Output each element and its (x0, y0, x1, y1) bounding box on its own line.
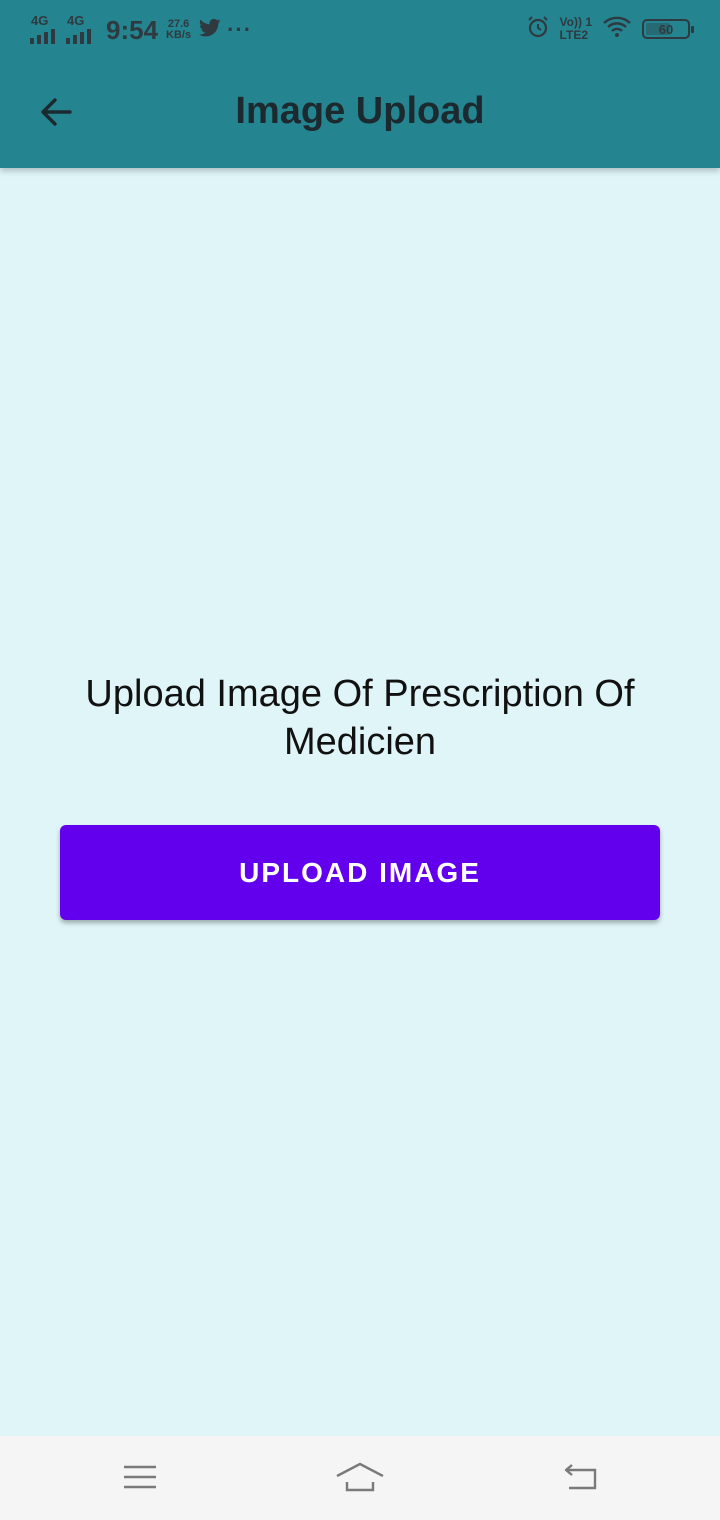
back-nav-button[interactable] (555, 1454, 605, 1504)
menu-button[interactable] (115, 1454, 165, 1504)
home-button[interactable] (335, 1454, 385, 1504)
home-icon (335, 1461, 385, 1498)
battery-level: 60 (658, 21, 674, 37)
menu-icon (123, 1464, 157, 1495)
volte-line-2: LTE2 (559, 28, 588, 42)
wifi-icon (602, 16, 632, 43)
upload-image-button[interactable]: UPLOAD IMAGE (60, 825, 660, 920)
app-bar: 4G 4G 9:54 27.6 KB/s ··· Vo)) 1 LTE2 60 … (0, 0, 720, 168)
main-content: Upload Image Of Prescription Of Medicien… (0, 168, 720, 1436)
network-speed: 27.6 KB/s (166, 19, 191, 41)
page-title: Image Upload (235, 90, 485, 132)
clock: 9:54 (106, 14, 159, 45)
network-type-1: 4G (31, 13, 49, 28)
status-right: Vo)) 1 LTE2 60 (526, 12, 694, 46)
back-icon (561, 1462, 599, 1497)
system-nav-bar (0, 1436, 720, 1520)
volte-indicator: Vo)) 1 LTE2 (560, 16, 592, 42)
more-notifications: ··· (227, 17, 253, 42)
twitter-icon (199, 18, 221, 43)
upload-prompt: Upload Image Of Prescription Of Medicien (85, 673, 635, 763)
battery-icon: 60 (642, 19, 694, 39)
network-type-2: 4G (67, 13, 85, 28)
status-left: 4G 4G 9:54 27.6 KB/s ··· (30, 10, 252, 50)
signal-icon-1: 4G (30, 14, 64, 46)
network-speed-unit: KB/s (166, 29, 192, 41)
status-bar: 4G 4G 9:54 27.6 KB/s ··· Vo)) 1 LTE2 60 (0, 0, 720, 56)
alarm-icon (526, 15, 550, 44)
signal-icon-2: 4G (66, 14, 100, 46)
